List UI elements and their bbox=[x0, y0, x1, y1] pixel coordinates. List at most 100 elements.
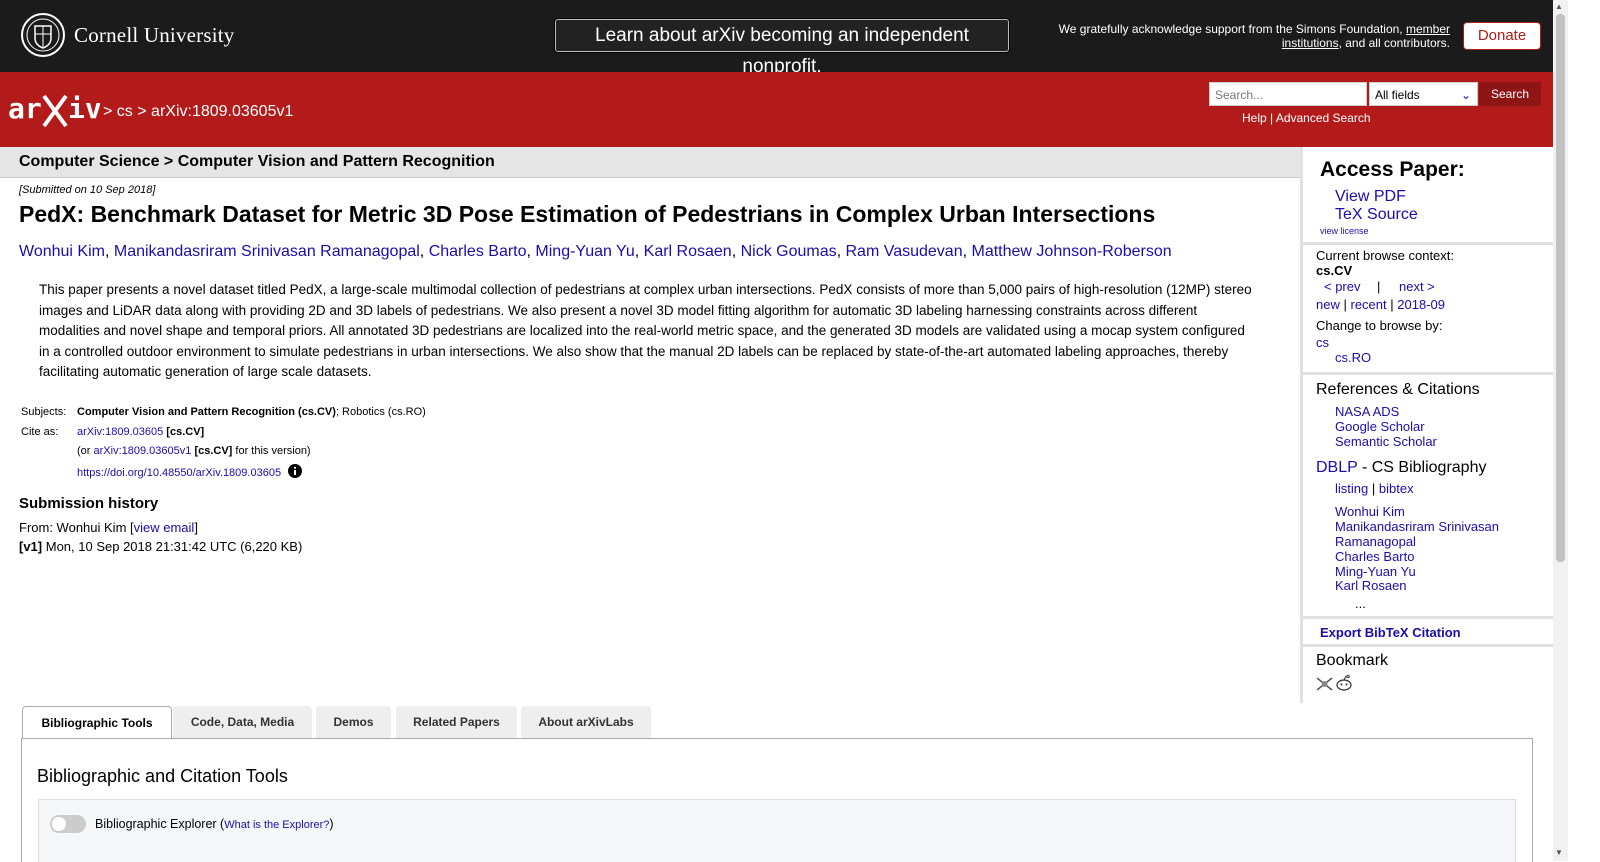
recent-link[interactable]: recent bbox=[1351, 297, 1387, 312]
link-separator: | bbox=[1371, 481, 1376, 496]
version-date: Mon, 10 Sep 2018 21:31:42 UTC (6,220 KB) bbox=[45, 539, 303, 554]
author-link[interactable]: Wonhui Kim bbox=[19, 243, 105, 260]
submitted-date: [Submitted on 10 Sep 2018] bbox=[19, 184, 156, 196]
svg-text:ar: ar bbox=[8, 92, 42, 125]
browse-list-links: new | recent | 2018-09 bbox=[1316, 297, 1445, 312]
listing-link[interactable]: listing bbox=[1335, 481, 1368, 496]
version-label: [v1] bbox=[19, 539, 43, 554]
sidebar-divider bbox=[1303, 372, 1553, 375]
dblp-author-link[interactable]: Charles Barto bbox=[1335, 549, 1414, 564]
info-icon[interactable] bbox=[288, 464, 303, 478]
author-link[interactable]: Nick Goumas bbox=[741, 243, 837, 260]
scrollbar-thumb[interactable] bbox=[1556, 14, 1565, 562]
cite-label: Cite as: bbox=[21, 426, 59, 438]
prev-link[interactable]: < prev bbox=[1324, 279, 1361, 294]
from-suffix: ] bbox=[194, 520, 198, 535]
tab-bibliographic-tools[interactable]: Bibliographic Tools bbox=[22, 706, 172, 740]
link-separator: | bbox=[1343, 297, 1347, 312]
cite-version-category: [cs.CV] bbox=[194, 445, 233, 457]
what-is-explorer-link[interactable]: What is the Explorer? bbox=[224, 819, 329, 831]
secondary-subjects: ; Robotics (cs.RO) bbox=[335, 406, 426, 418]
search-button[interactable]: Search bbox=[1479, 82, 1541, 106]
change-browse-label: Change to browse by: bbox=[1316, 318, 1443, 333]
cite-value: arXiv:1809.03605 [cs.CV] bbox=[77, 426, 204, 438]
references-heading: References & Citations bbox=[1316, 381, 1480, 398]
dblp-author-link[interactable]: Manikandasriram Srinivasan bbox=[1335, 519, 1499, 534]
author-link[interactable]: Matthew Johnson-Roberson bbox=[972, 243, 1172, 260]
browse-context-value: cs.CV bbox=[1316, 263, 1353, 278]
cornell-logo[interactable]: Cornell University bbox=[20, 12, 235, 58]
help-link[interactable]: Help bbox=[1242, 111, 1267, 125]
google-scholar-link[interactable]: Google Scholar bbox=[1335, 419, 1425, 434]
crumb-separator: > bbox=[137, 103, 147, 120]
sidebar-divider bbox=[1303, 644, 1553, 647]
nasa-ads-link[interactable]: NASA ADS bbox=[1335, 404, 1399, 419]
search-input[interactable]: Search... bbox=[1209, 82, 1367, 106]
breadcrumb: > cs > arXiv:1809.03605v1 bbox=[103, 103, 293, 121]
crumb-separator: > bbox=[103, 103, 113, 120]
toggle-knob bbox=[52, 817, 66, 831]
link-separator: | bbox=[1270, 111, 1274, 125]
explorer-text: Bibliographic Explorer ( bbox=[95, 817, 225, 831]
sidebar-divider bbox=[1303, 616, 1553, 619]
nonprofit-banner-link[interactable]: Learn about arXiv becoming an independen… bbox=[555, 19, 1009, 77]
dblp-author-link[interactable]: Ming-Yuan Yu bbox=[1335, 564, 1416, 579]
export-bibtex-link[interactable]: Export BibTeX Citation bbox=[1320, 625, 1461, 640]
cite-version-tail: for this version) bbox=[235, 445, 311, 457]
cite-or-text: (or bbox=[77, 445, 91, 457]
advanced-search-link[interactable]: Advanced Search bbox=[1276, 111, 1371, 125]
version-line: [v1] Mon, 10 Sep 2018 21:31:42 UTC (6,22… bbox=[19, 539, 302, 554]
from-text: From: Wonhui Kim [ bbox=[19, 520, 134, 535]
view-license-link[interactable]: view license bbox=[1320, 226, 1369, 236]
tab-demos[interactable]: Demos bbox=[316, 706, 391, 738]
arxiv-logo[interactable]: ar iv bbox=[8, 90, 100, 130]
semantic-scholar-link[interactable]: Semantic Scholar bbox=[1335, 434, 1437, 449]
submission-history-heading: Submission history bbox=[19, 495, 159, 512]
author-link[interactable]: Ram Vasudevan bbox=[846, 243, 963, 260]
month-link[interactable]: 2018-09 bbox=[1397, 297, 1445, 312]
scroll-down-arrow-icon[interactable]: ▼ bbox=[1555, 848, 1563, 857]
view-pdf-link[interactable]: View PDF bbox=[1335, 188, 1406, 206]
author-link[interactable]: Ming-Yuan Yu bbox=[535, 243, 634, 260]
cite-id-link[interactable]: arXiv:1809.03605 bbox=[77, 426, 163, 438]
link-separator: | bbox=[1390, 297, 1394, 312]
tab-related-papers[interactable]: Related Papers bbox=[396, 706, 517, 738]
university-name: Cornell University bbox=[74, 22, 235, 47]
author-link[interactable]: Manikandasriram Srinivasan Ramanagopal bbox=[114, 243, 420, 260]
tab-code-data-media[interactable]: Code, Data, Media bbox=[173, 706, 312, 738]
subjects-label: Subjects: bbox=[21, 406, 67, 418]
next-link[interactable]: next > bbox=[1399, 279, 1435, 294]
abstract: This paper presents a novel dataset titl… bbox=[39, 282, 1252, 380]
browse-cs-ro-link[interactable]: cs.RO bbox=[1335, 350, 1371, 365]
doi-link[interactable]: https://doi.org/10.48550/arXiv.1809.0360… bbox=[77, 467, 281, 479]
author-link[interactable]: Charles Barto bbox=[429, 243, 527, 260]
author-link[interactable]: Karl Rosaen bbox=[644, 243, 732, 260]
tab-about-arxivlabs[interactable]: About arXivLabs bbox=[521, 706, 651, 738]
view-email-link[interactable]: view email bbox=[134, 520, 195, 535]
dblp-author-link[interactable]: Wonhui Kim bbox=[1335, 504, 1405, 519]
browse-context-label: Current browse context: bbox=[1316, 248, 1455, 263]
new-link[interactable]: new bbox=[1316, 297, 1340, 312]
bib-tools-heading: Bibliographic and Citation Tools bbox=[37, 766, 288, 786]
crumb-cs-link[interactable]: cs bbox=[117, 103, 133, 120]
donate-button[interactable]: Donate bbox=[1463, 22, 1541, 50]
category-heading: Computer Science > Computer Vision and P… bbox=[19, 153, 495, 170]
explorer-toggle[interactable] bbox=[50, 815, 86, 833]
tex-source-link[interactable]: TeX Source bbox=[1335, 206, 1418, 224]
paper-title: PedX: Benchmark Dataset for Metric 3D Po… bbox=[19, 201, 1156, 227]
svg-text:iv: iv bbox=[68, 92, 100, 125]
author-list: Wonhui Kim, Manikandasriram Srinivasan R… bbox=[19, 243, 1172, 260]
bibsonomy-icon[interactable] bbox=[1316, 676, 1333, 692]
browse-cs-link[interactable]: cs bbox=[1316, 335, 1329, 350]
cite-version-link[interactable]: arXiv:1809.03605v1 bbox=[94, 445, 192, 457]
dblp-link[interactable]: DBLP bbox=[1316, 459, 1358, 476]
dblp-author-link[interactable]: Karl Rosaen bbox=[1335, 578, 1407, 593]
search-field-select[interactable]: All fields ⌄ bbox=[1369, 82, 1478, 106]
bibtex-link[interactable]: bibtex bbox=[1379, 481, 1414, 496]
dblp-author-link[interactable]: Ramanagopal bbox=[1335, 534, 1416, 549]
reddit-icon[interactable] bbox=[1335, 674, 1353, 692]
link-separator: | bbox=[1377, 279, 1381, 294]
cornell-seal-icon bbox=[21, 13, 65, 57]
scroll-up-arrow-icon[interactable]: ▲ bbox=[1555, 2, 1563, 11]
subjects-value: Computer Vision and Pattern Recognition … bbox=[77, 406, 426, 418]
